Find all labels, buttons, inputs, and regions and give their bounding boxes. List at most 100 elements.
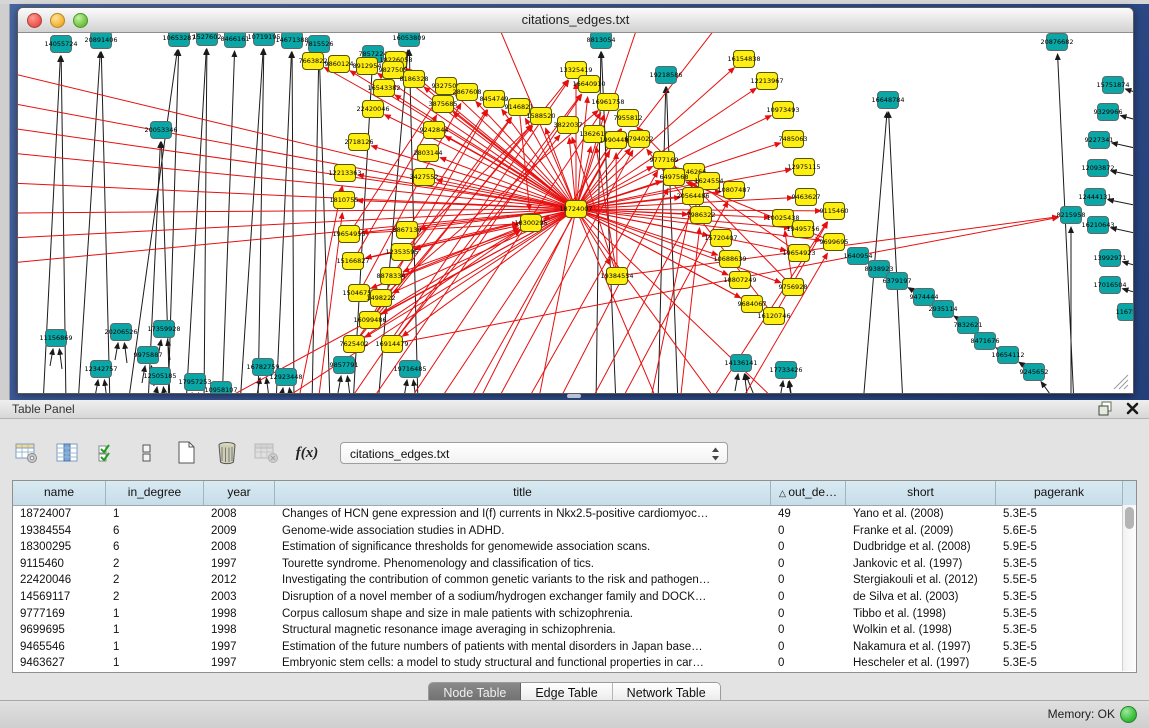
table-mode-button[interactable] — [14, 440, 40, 466]
table-cell[interactable]: 0 — [771, 606, 846, 623]
table-cell[interactable]: 0 — [771, 572, 846, 589]
graph-node[interactable]: 9756928 — [779, 279, 808, 296]
table-cell[interactable]: 9463627 — [13, 655, 106, 672]
column-header-short[interactable]: short — [846, 481, 996, 505]
column-header-out_de[interactable]: △ out_de… — [771, 481, 846, 505]
graph-node[interactable]: 7832621 — [954, 317, 983, 334]
table-cell[interactable]: 9699695 — [13, 622, 106, 639]
graph-node[interactable]: 8878334 — [377, 268, 406, 285]
table-cell[interactable]: 1997 — [204, 639, 275, 656]
table-cell[interactable]: Stergiakouli et al. (2012) — [846, 572, 996, 589]
close-panel-icon[interactable] — [1126, 402, 1139, 415]
table-cell[interactable]: 2008 — [204, 506, 275, 523]
table-cell[interactable]: Jankovic et al. (1997) — [846, 556, 996, 573]
graph-node[interactable]: 8813054 — [587, 33, 616, 49]
table-cell[interactable]: 2012 — [204, 572, 275, 589]
graph-node[interactable]: 9975887 — [134, 347, 163, 364]
table-cell[interactable]: 2009 — [204, 523, 275, 540]
table-cell[interactable]: Embryonic stem cells: a model to study s… — [275, 655, 771, 672]
graph-node[interactable]: 2867608 — [453, 84, 482, 101]
table-cell[interactable]: 1997 — [204, 655, 275, 672]
graph-node[interactable]: 116753 — [1116, 304, 1133, 321]
graph-node[interactable]: 8471676 — [971, 333, 1000, 350]
graph-node[interactable]: 3427552 — [410, 169, 439, 186]
graph-node[interactable]: 9242844 — [420, 122, 449, 139]
table-cell[interactable]: 9777169 — [13, 606, 106, 623]
table-cell[interactable]: 5.3E-5 — [996, 606, 1123, 623]
table-cell[interactable]: 0 — [771, 539, 846, 556]
graph-node[interactable]: 13992971 — [1093, 250, 1126, 267]
graph-node[interactable]: 12505185 — [143, 368, 176, 385]
graph-node[interactable]: 9227341 — [1085, 132, 1114, 149]
table-cell[interactable]: 5.9E-5 — [996, 539, 1123, 556]
table-cell[interactable]: Franke et al. (2009) — [846, 523, 996, 540]
table-cell[interactable]: 5.3E-5 — [996, 556, 1123, 573]
table-cell[interactable]: 1 — [106, 622, 204, 639]
table-cell[interactable]: 0 — [771, 639, 846, 656]
table-row[interactable]: 2242004622012Investigating the contribut… — [13, 572, 1136, 589]
graph-node[interactable]: 8186328 — [400, 71, 429, 88]
table-cell[interactable]: 49 — [771, 506, 846, 523]
graph-node[interactable]: 9857791 — [330, 357, 359, 374]
graph-node[interactable]: 7986322 — [687, 207, 716, 224]
table-row[interactable]: 911546021997Tourette syndrome. Phenomeno… — [13, 556, 1136, 573]
table-cell[interactable]: 19384554 — [13, 523, 106, 540]
graph-node[interactable]: 14136141 — [724, 355, 757, 372]
table-cell[interactable]: 18300295 — [13, 539, 106, 556]
graph-node[interactable]: 2718126 — [345, 134, 374, 151]
graph-node[interactable]: 6794022 — [625, 131, 654, 148]
table-cell[interactable]: Structural magnetic resonance image aver… — [275, 622, 771, 639]
table-row[interactable]: 946554611997Estimation of the future num… — [13, 639, 1136, 656]
table-panel-header[interactable]: Table Panel — [0, 400, 1149, 419]
graph-node[interactable]: 3875685 — [429, 96, 458, 113]
table-row[interactable]: 946362711997Embryonic stem cells: a mode… — [13, 655, 1136, 672]
graph-node[interactable]: 8466161 — [221, 33, 250, 48]
graph-node[interactable]: 12213967 — [750, 73, 783, 90]
table-cell[interactable]: 9465546 — [13, 639, 106, 656]
graph-node[interactable]: 1640954 — [844, 248, 873, 265]
table-cell[interactable]: 0 — [771, 523, 846, 540]
table-cell[interactable]: 1998 — [204, 606, 275, 623]
graph-node[interactable]: 20876682 — [1040, 34, 1073, 51]
table-cell[interactable]: Nakamura et al. (1997) — [846, 639, 996, 656]
delete-column-button[interactable] — [214, 440, 240, 466]
table-row[interactable]: 1938455462009Genome-wide association stu… — [13, 523, 1136, 540]
table-cell[interactable]: Hescheler et al. (1997) — [846, 655, 996, 672]
window-titlebar[interactable]: citations_edges.txt — [18, 8, 1133, 33]
network-canvas[interactable]: 1405572420891406106532871527602846616110… — [18, 33, 1133, 393]
graph-node[interactable]: 9777169 — [650, 152, 679, 169]
column-header-name[interactable]: name — [13, 481, 106, 505]
column-header-year[interactable]: year — [204, 481, 275, 505]
row-height-button[interactable] — [134, 440, 160, 466]
table-cell[interactable]: 1 — [106, 506, 204, 523]
panel-divider-handle[interactable] — [567, 394, 581, 398]
graph-node[interactable]: 8867130 — [393, 222, 422, 239]
table-cell[interactable]: 18724007 — [13, 506, 106, 523]
table-vertical-scrollbar[interactable] — [1122, 505, 1136, 671]
table-cell[interactable]: Estimation of significance thresholds fo… — [275, 539, 771, 556]
graph-node[interactable]: 20891406 — [84, 33, 117, 49]
table-cell[interactable]: 5.3E-5 — [996, 589, 1123, 606]
table-cell[interactable]: 2008 — [204, 539, 275, 556]
graph-node[interactable]: 16053809 — [392, 33, 425, 47]
graph-node[interactable]: 10688639 — [713, 251, 746, 268]
table-cell[interactable]: 5.3E-5 — [996, 506, 1123, 523]
table-cell[interactable]: Changes of HCN gene expression and I(f) … — [275, 506, 771, 523]
table-cell[interactable]: 6 — [106, 539, 204, 556]
table-cell[interactable]: Yano et al. (2008) — [846, 506, 996, 523]
table-cell[interactable]: 1 — [106, 639, 204, 656]
table-cell[interactable]: 0 — [771, 589, 846, 606]
table-source-select[interactable]: citations_edges.txt — [340, 442, 728, 464]
graph-node[interactable]: 12444131 — [1078, 189, 1111, 206]
graph-node[interactable]: 15166827 — [336, 253, 369, 270]
table-cell[interactable]: Tourette syndrome. Phenomenology and cla… — [275, 556, 771, 573]
graph-node[interactable]: 12093872 — [1081, 160, 1114, 177]
graph-node[interactable]: 12342757 — [84, 361, 117, 378]
table-row[interactable]: 969969511998Structural magnetic resonanc… — [13, 622, 1136, 639]
table-row[interactable]: 1456911722003Disruption of a novel membe… — [13, 589, 1136, 606]
column-header-title[interactable]: title — [275, 481, 771, 505]
graph-node[interactable]: 7625402 — [340, 336, 369, 353]
table-cell[interactable]: 2 — [106, 556, 204, 573]
table-cell[interactable]: 5.6E-5 — [996, 523, 1123, 540]
graph-node[interactable]: 17016504 — [1093, 277, 1126, 294]
